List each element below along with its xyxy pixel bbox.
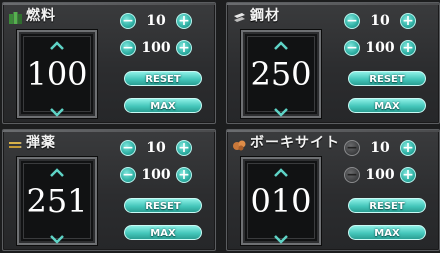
- resource-header: 弾薬: [9, 133, 56, 151]
- plus-100-button[interactable]: +: [176, 40, 192, 56]
- decrease-arrow-icon[interactable]: [49, 102, 65, 117]
- minus-10-button[interactable]: −: [120, 140, 136, 156]
- amount-display: 010: [241, 157, 321, 245]
- reset-button[interactable]: RESET: [124, 71, 202, 86]
- amount-value: 251: [26, 182, 88, 220]
- step-label: 10: [370, 140, 390, 156]
- increase-arrow-icon[interactable]: [273, 36, 289, 50]
- amount-value: 010: [250, 182, 312, 220]
- step-label: 100: [365, 167, 395, 183]
- resource-header: 燃料: [9, 6, 56, 24]
- step-row-10: − 10 +: [120, 139, 210, 157]
- increase-arrow-icon[interactable]: [49, 163, 65, 177]
- minus-10-button[interactable]: −: [120, 13, 136, 29]
- decrease-arrow-icon[interactable]: [49, 229, 65, 244]
- amount-display: 100: [17, 30, 97, 118]
- max-button[interactable]: MAX: [348, 225, 426, 240]
- step-label: 100: [141, 40, 171, 56]
- step-row-10: − 10 +: [120, 12, 210, 30]
- max-button[interactable]: MAX: [124, 225, 202, 240]
- plus-100-button[interactable]: +: [176, 167, 192, 183]
- step-row-100: − 100 +: [120, 166, 210, 184]
- minus-100-button[interactable]: −: [120, 167, 136, 183]
- minus-100-button[interactable]: −: [120, 40, 136, 56]
- resource-panel-bauxite: ボーキサイト 010 − 10 + − 100 + RESET MAX: [226, 129, 440, 251]
- step-row-10: − 10 +: [344, 139, 434, 157]
- increase-arrow-icon[interactable]: [49, 36, 65, 50]
- step-label: 100: [141, 167, 171, 183]
- step-row-10: − 10 +: [344, 12, 434, 30]
- resource-name: 燃料: [26, 8, 56, 24]
- step-row-100: − 100 +: [344, 166, 434, 184]
- plus-10-button[interactable]: +: [400, 140, 416, 156]
- resource-name: 鋼材: [250, 8, 280, 24]
- increase-arrow-icon[interactable]: [273, 163, 289, 177]
- minus-10-button[interactable]: −: [344, 13, 360, 29]
- minus-100-button[interactable]: −: [344, 40, 360, 56]
- minus-10-button[interactable]: −: [344, 140, 360, 156]
- plus-100-button[interactable]: +: [400, 40, 416, 56]
- resource-panel-steel: 鋼材 250 − 10 + − 100 + RESET MAX: [226, 2, 440, 124]
- max-button[interactable]: MAX: [124, 98, 202, 113]
- resource-header: ボーキサイト: [233, 133, 340, 151]
- steel-icon: [233, 9, 246, 22]
- max-button[interactable]: MAX: [348, 98, 426, 113]
- reset-button[interactable]: RESET: [348, 198, 426, 213]
- resource-panel-ammo: 弾薬 251 − 10 + − 100 + RESET MAX: [2, 129, 216, 251]
- ammo-icon: [9, 136, 22, 148]
- amount-value: 100: [26, 55, 88, 93]
- step-row-100: − 100 +: [344, 39, 434, 57]
- amount-display: 251: [17, 157, 97, 245]
- fuel-icon: [9, 9, 22, 24]
- step-label: 10: [146, 13, 166, 29]
- step-row-100: − 100 +: [120, 39, 210, 57]
- step-label: 10: [146, 140, 166, 156]
- reset-button[interactable]: RESET: [348, 71, 426, 86]
- resource-name: ボーキサイト: [250, 135, 340, 151]
- amount-value: 250: [250, 55, 312, 93]
- decrease-arrow-icon[interactable]: [273, 229, 289, 244]
- minus-100-button[interactable]: −: [344, 167, 360, 183]
- plus-10-button[interactable]: +: [400, 13, 416, 29]
- resource-header: 鋼材: [233, 6, 280, 24]
- plus-100-button[interactable]: +: [400, 167, 416, 183]
- decrease-arrow-icon[interactable]: [273, 102, 289, 117]
- amount-display: 250: [241, 30, 321, 118]
- bauxite-icon: [233, 136, 246, 151]
- step-label: 10: [370, 13, 390, 29]
- resource-name: 弾薬: [26, 135, 56, 151]
- step-label: 100: [365, 40, 395, 56]
- reset-button[interactable]: RESET: [124, 198, 202, 213]
- plus-10-button[interactable]: +: [176, 13, 192, 29]
- plus-10-button[interactable]: +: [176, 140, 192, 156]
- resource-panel-fuel: 燃料 100 − 10 + − 100 + RESET MAX: [2, 2, 216, 124]
